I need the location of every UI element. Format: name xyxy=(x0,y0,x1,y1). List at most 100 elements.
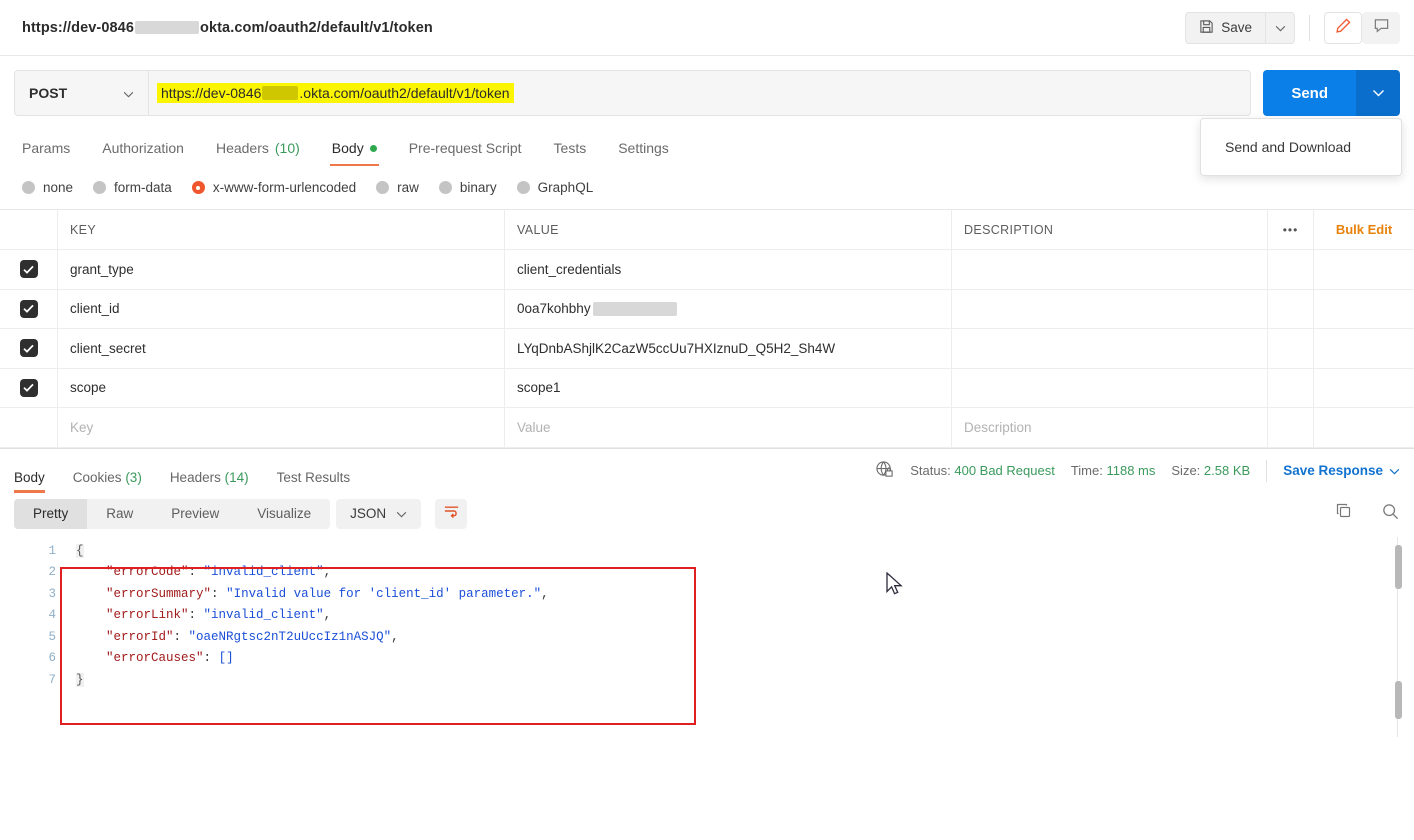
tab-label: Params xyxy=(22,140,71,156)
table-options-button[interactable]: ••• xyxy=(1268,210,1314,249)
code-line: "errorCauses": [] xyxy=(76,648,1374,670)
title-bar-actions: Save xyxy=(1185,11,1400,44)
tab-label: Settings xyxy=(618,140,669,156)
request-tab-settings[interactable]: Settings xyxy=(602,140,685,166)
code-token: { xyxy=(76,543,84,558)
size-label: Size: xyxy=(1171,463,1201,478)
row-description-cell[interactable] xyxy=(952,329,1268,368)
format-tab-raw[interactable]: Raw xyxy=(87,499,152,529)
format-tab-preview[interactable]: Preview xyxy=(152,499,238,529)
row-value-cell[interactable]: LYqDnbAShjlK2CazW5ccUu7HXIznuD_Q5H2_Sh4W xyxy=(505,329,952,368)
comments-button[interactable] xyxy=(1362,11,1400,44)
response-tab-body[interactable]: Body xyxy=(14,449,59,493)
row-checkbox[interactable] xyxy=(19,299,38,318)
table-row[interactable]: client_id 0oa7kohbhy xyxy=(0,289,1414,329)
radio-label: form-data xyxy=(114,180,172,195)
radio-icon xyxy=(376,181,390,194)
floppy-disk-icon xyxy=(1199,19,1214,37)
response-tab-headers[interactable]: Headers (14) xyxy=(156,449,263,493)
size-group: Size: 2.58 KB xyxy=(1171,463,1250,478)
request-tab-authorization[interactable]: Authorization xyxy=(86,140,200,166)
word-wrap-button[interactable] xyxy=(435,498,468,529)
body-type-none[interactable]: none xyxy=(22,180,73,195)
code-token: : xyxy=(173,629,189,644)
request-tab-params[interactable]: Params xyxy=(22,140,86,166)
send-dropdown-button[interactable] xyxy=(1356,70,1400,116)
response-tab-cookies[interactable]: Cookies (3) xyxy=(59,449,156,493)
response-body-actions xyxy=(1335,502,1400,526)
save-button[interactable]: Save xyxy=(1185,11,1265,44)
scrollbar-thumb-upper[interactable] xyxy=(1395,544,1402,589)
chevron-down-icon xyxy=(123,85,134,101)
send-group: Send xyxy=(1263,70,1400,116)
body-type-binary[interactable]: binary xyxy=(438,180,497,195)
row-checkbox[interactable] xyxy=(19,260,38,279)
new-value-input[interactable]: Value xyxy=(505,408,952,447)
row-checkbox[interactable] xyxy=(19,378,38,397)
row-description-cell[interactable] xyxy=(952,250,1268,289)
request-tab-pre-request-script[interactable]: Pre-request Script xyxy=(393,140,538,166)
save-response-button[interactable]: Save Response xyxy=(1283,463,1400,478)
http-method-select[interactable]: POST xyxy=(14,70,148,116)
url-input[interactable]: https://dev-0846 .okta.com/oauth2/default… xyxy=(148,70,1252,116)
scrollbar-thumb-lower[interactable] xyxy=(1395,680,1402,719)
body-type-x-www-form-urlencoded[interactable]: x-www-form-urlencoded xyxy=(191,180,356,195)
table-row[interactable]: grant_type client_credentials xyxy=(0,250,1414,290)
save-response-label: Save Response xyxy=(1283,463,1383,478)
language-select[interactable]: JSON xyxy=(336,498,422,529)
tab-count: (3) xyxy=(121,469,142,485)
new-key-input[interactable]: Key xyxy=(58,408,505,447)
row-description-cell[interactable] xyxy=(952,289,1268,328)
row-value-text: 0oa7kohbhy xyxy=(517,301,677,316)
tab-label: Pre-request Script xyxy=(408,140,522,156)
row-description-cell[interactable] xyxy=(952,368,1268,407)
line-number: 3 xyxy=(48,586,56,601)
request-tab-tests[interactable]: Tests xyxy=(538,140,603,166)
search-button[interactable] xyxy=(1381,502,1400,526)
row-value-cell[interactable]: 0oa7kohbhy xyxy=(505,289,952,328)
row-options-cell xyxy=(1268,289,1314,328)
send-button[interactable]: Send xyxy=(1263,70,1356,116)
body-type-form-data[interactable]: form-data xyxy=(93,180,172,195)
code-line: } xyxy=(76,670,1374,692)
request-tab-body[interactable]: Body xyxy=(316,140,393,166)
row-value-cell[interactable]: client_credentials xyxy=(505,250,952,289)
status-value: 400 Bad Request xyxy=(954,463,1055,478)
time-group: Time: 1188 ms xyxy=(1071,463,1156,478)
row-checkbox-cell xyxy=(0,408,58,447)
send-and-download-item[interactable]: Send and Download xyxy=(1225,139,1351,155)
row-key-cell[interactable]: client_id xyxy=(58,289,505,328)
code-token: "errorCauses" xyxy=(106,651,204,665)
row-value-cell[interactable]: scope1 xyxy=(505,368,952,407)
table-row[interactable]: client_secret LYqDnbAShjlK2CazW5ccUu7HXIz… xyxy=(0,329,1414,369)
row-key-cell[interactable]: client_secret xyxy=(58,329,505,368)
time-label: Time: xyxy=(1070,463,1103,478)
code-line: "errorSummary": "Invalid value for 'clie… xyxy=(76,584,1374,606)
row-checkbox[interactable] xyxy=(19,339,38,358)
radio-icon xyxy=(93,181,107,194)
radio-label: GraphQL xyxy=(537,180,594,195)
edit-request-button[interactable] xyxy=(1324,11,1362,44)
search-icon xyxy=(1381,503,1400,525)
table-row-placeholder[interactable]: Key Value Description xyxy=(0,408,1414,448)
new-description-input[interactable]: Description xyxy=(952,408,1268,447)
format-tab-pretty[interactable]: Pretty xyxy=(14,498,88,529)
redacted-block xyxy=(262,86,299,100)
send-dropdown-menu: Send and Download xyxy=(1200,118,1402,176)
chevron-down-icon xyxy=(1389,463,1400,478)
copy-button[interactable] xyxy=(1335,502,1353,525)
body-type-graphql[interactable]: GraphQL xyxy=(516,180,594,195)
table-row[interactable]: scope scope1 xyxy=(0,368,1414,408)
body-type-raw[interactable]: raw xyxy=(376,180,419,195)
response-tab-test-results[interactable]: Test Results xyxy=(263,449,365,493)
tab-label: Authorization xyxy=(102,140,184,156)
code-token: , xyxy=(391,629,399,644)
row-key-cell[interactable]: grant_type xyxy=(58,250,505,289)
request-tab-headers[interactable]: Headers (10) xyxy=(200,140,316,166)
save-dropdown-button[interactable] xyxy=(1265,11,1295,44)
format-tab-visualize[interactable]: Visualize xyxy=(238,499,330,529)
bulk-edit-button[interactable]: Bulk Edit xyxy=(1314,210,1414,249)
response-body-code[interactable]: 1 2 3 4 5 6 7 { "errorCode": "invalid_client",… xyxy=(0,535,1414,743)
row-key-cell[interactable]: scope xyxy=(58,368,505,407)
line-number-gutter: 1 2 3 4 5 6 7 xyxy=(0,541,56,692)
